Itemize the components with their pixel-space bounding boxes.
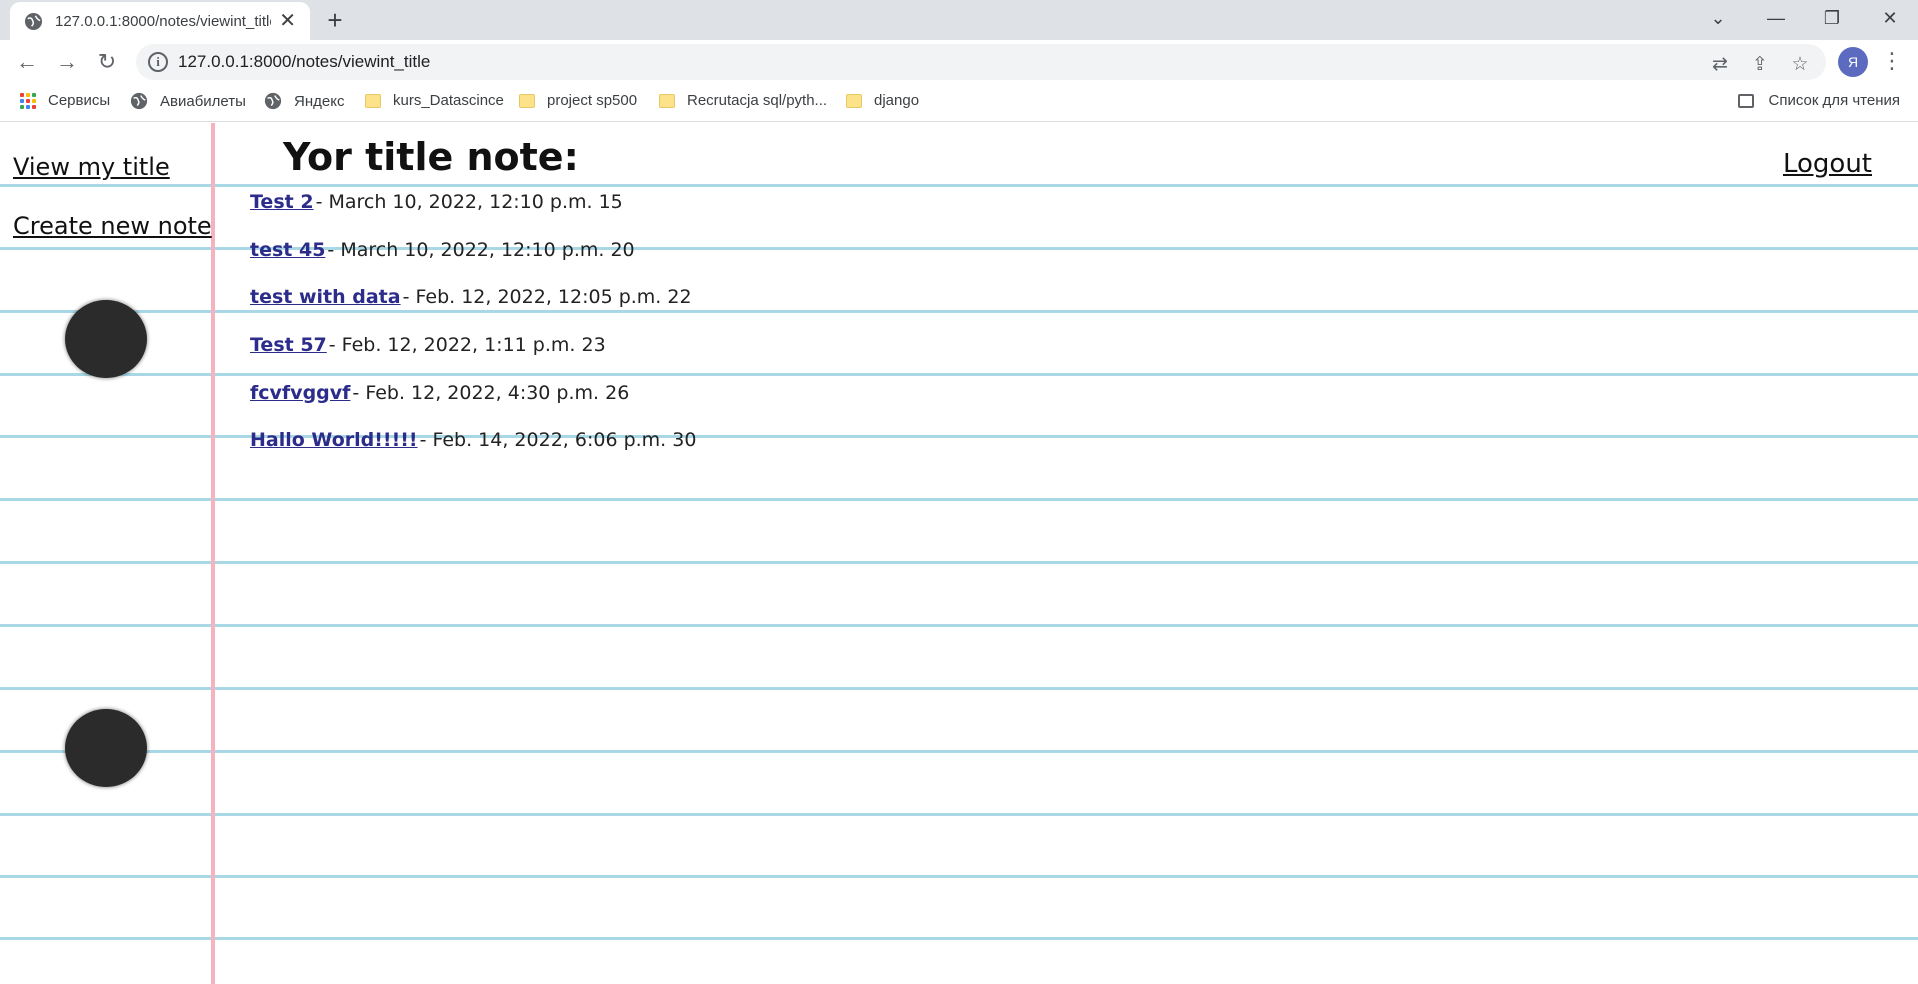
binder-hole [65, 300, 147, 378]
list-item: Hallo World!!!!! - Feb. 14, 2022, 6:06 p… [250, 416, 696, 464]
rule-line [0, 561, 1918, 564]
globe-icon [130, 92, 148, 110]
bookmark-kurs-datascince[interactable]: kurs_Datascince [365, 92, 504, 109]
tab-close-icon[interactable]: ✕ [279, 11, 296, 31]
bookmark-yandex[interactable]: Яндекс [264, 92, 344, 110]
list-item: Test 57 - Feb. 12, 2022, 1:11 p.m. 23 [250, 321, 696, 369]
page-title: Yor title note: [283, 135, 579, 179]
translate-icon[interactable]: ⇄ [1708, 53, 1732, 76]
note-title-link[interactable]: Test 57 [250, 334, 327, 356]
list-item: Test 2 - March 10, 2022, 12:10 p.m. 15 [250, 178, 696, 226]
create-new-note-link[interactable]: Create new note [13, 212, 212, 240]
bookmark-recrutacja[interactable]: Recrutacja sql/pyth... [659, 92, 827, 109]
browser-toolbar: ← → ↻ i 127.0.0.1:8000/notes/viewint_tit… [0, 40, 1918, 84]
reading-list-label: Список для чтения [1768, 92, 1900, 109]
note-title-link[interactable]: test 45 [250, 239, 325, 261]
bookmark-label: Recrutacja sql/pyth... [687, 92, 828, 109]
note-meta: - March 10, 2022, 12:10 p.m. 15 [315, 190, 623, 213]
back-icon[interactable]: ← [12, 48, 42, 76]
folder-icon [519, 93, 535, 108]
forward-icon[interactable]: → [52, 48, 82, 76]
site-info-icon[interactable]: i [148, 52, 168, 72]
tab-title: 127.0.0.1:8000/notes/viewint_title [55, 12, 272, 30]
reading-list-icon [1738, 93, 1755, 108]
note-meta: - Feb. 12, 2022, 12:05 p.m. 22 [402, 286, 692, 309]
apps-icon [20, 92, 36, 109]
bookmark-label: kurs_Datascince [393, 92, 504, 109]
browser-tab[interactable]: 127.0.0.1:8000/notes/viewint_title ✕ [10, 2, 310, 40]
bookmark-label: Сервисы [48, 92, 111, 109]
bookmark-project-sp500[interactable]: project sp500 [519, 92, 637, 109]
bookmark-label: project sp500 [547, 92, 638, 109]
close-window-icon[interactable]: ✕ [1870, 4, 1910, 32]
reload-icon[interactable]: ↻ [92, 48, 122, 76]
new-tab-icon[interactable]: + [320, 6, 350, 34]
rule-line [0, 875, 1918, 878]
bookmark-label: Яндекс [294, 92, 345, 110]
view-my-title-link[interactable]: View my title [13, 153, 170, 181]
rule-line [0, 624, 1918, 627]
bookmark-label: Авиабилеты [160, 92, 246, 110]
list-item: test 45 - March 10, 2022, 12:10 p.m. 20 [250, 226, 696, 274]
note-title-link[interactable]: Hallo World!!!!! [250, 429, 418, 451]
binder-hole [65, 709, 147, 787]
tab-search-chevron-icon[interactable]: ⌄ [1698, 4, 1738, 32]
margin-line [211, 123, 215, 984]
note-title-link[interactable]: fcvfvggvf [250, 382, 350, 404]
note-meta: - Feb. 12, 2022, 4:30 p.m. 26 [352, 381, 630, 404]
note-meta: - Feb. 12, 2022, 1:11 p.m. 23 [328, 333, 606, 356]
folder-icon [365, 93, 381, 108]
note-title-link[interactable]: test with data [250, 286, 401, 308]
folder-icon [846, 93, 862, 108]
address-bar[interactable]: i 127.0.0.1:8000/notes/viewint_title ⇄ ⇪… [136, 44, 1826, 80]
reading-list[interactable]: Список для чтения [1738, 92, 1900, 109]
browser-menu-icon[interactable]: ⋮ [1880, 48, 1904, 74]
rule-line [0, 813, 1918, 816]
list-item: fcvfvggvf - Feb. 12, 2022, 4:30 p.m. 26 [250, 369, 696, 417]
bookmark-services[interactable]: Сервисы [20, 92, 110, 109]
minimize-icon[interactable]: — [1756, 4, 1796, 32]
rule-line [0, 498, 1918, 501]
folder-icon [659, 93, 675, 108]
address-url[interactable]: 127.0.0.1:8000/notes/viewint_title [178, 52, 430, 72]
note-meta: - March 10, 2022, 12:10 p.m. 20 [327, 238, 635, 261]
rule-line [0, 937, 1918, 940]
bookmark-django[interactable]: django [846, 92, 919, 109]
bookmark-aviatickets[interactable]: Авиабилеты [130, 92, 246, 110]
logout-link[interactable]: Logout [1783, 149, 1872, 179]
profile-avatar[interactable]: Я [1838, 47, 1868, 77]
globe-icon [24, 12, 43, 30]
notes-list: Test 2 - March 10, 2022, 12:10 p.m. 15 t… [250, 178, 696, 464]
rule-line [0, 750, 1918, 753]
share-icon[interactable]: ⇪ [1748, 53, 1772, 76]
tab-strip: 127.0.0.1:8000/notes/viewint_title ✕ + ⌄… [0, 0, 1918, 40]
rule-line [0, 687, 1918, 690]
list-item: test with data - Feb. 12, 2022, 12:05 p.… [250, 273, 696, 321]
notebook-page: View my title Create new note Yor title … [0, 123, 1918, 984]
bookmark-label: django [874, 92, 920, 109]
bookmarks-bar: Сервисы Авиабилеты Яндекс kurs_Datascinc… [0, 84, 1918, 122]
globe-icon [264, 92, 282, 110]
restore-icon[interactable]: ❐ [1812, 4, 1852, 32]
bookmark-star-icon[interactable]: ☆ [1788, 53, 1812, 76]
note-meta: - Feb. 14, 2022, 6:06 p.m. 30 [419, 429, 697, 452]
note-title-link[interactable]: Test 2 [250, 191, 314, 213]
